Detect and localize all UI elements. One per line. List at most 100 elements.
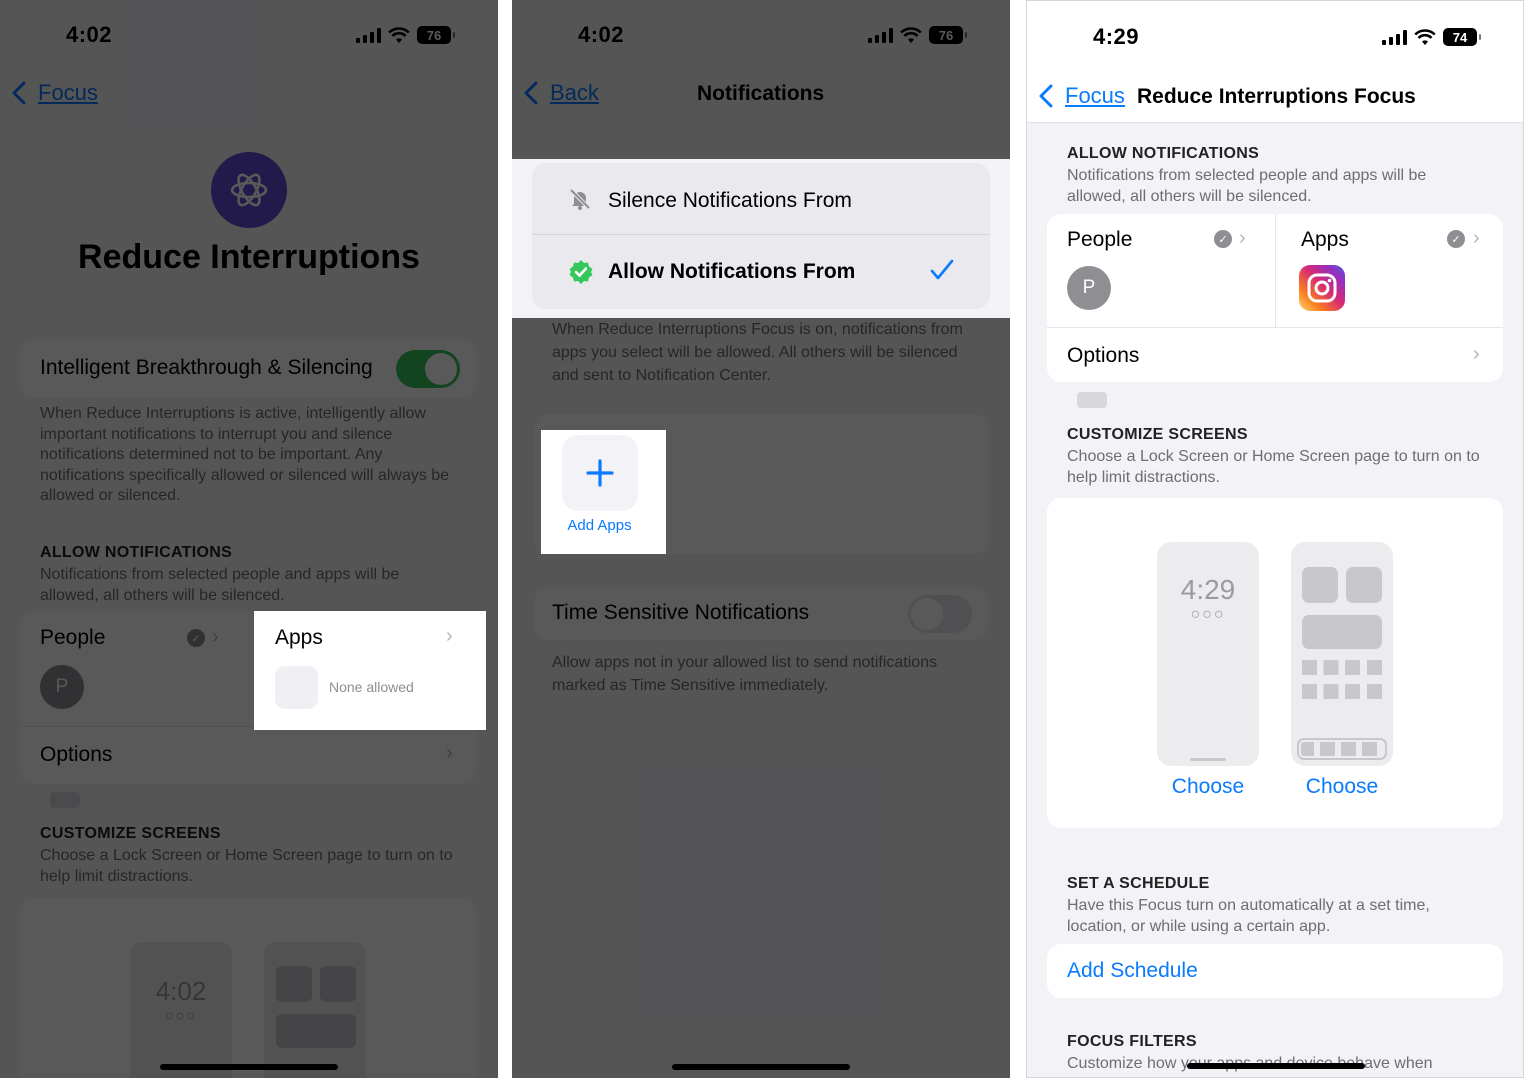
wifi-icon [900,26,922,43]
cellular-signal-icon [868,27,893,43]
app-placeholder-icon [275,666,318,709]
lock-screen-time: 4:02 [155,976,207,1006]
nav-title: Notifications [697,82,825,105]
schedule-description: Have this Focus turn on automatically at… [1067,897,1430,935]
choose-lock-screen-button[interactable]: Choose [1157,775,1259,799]
battery-icon: 74 [1443,28,1481,46]
allow-notifications-description: Notifications from selected people and a… [40,566,400,604]
back-label: Focus [1065,83,1125,108]
time-sensitive-description: Allow apps not in your allowed list to s… [552,654,938,694]
cellular-signal-icon [356,27,381,43]
home-screen-preview[interactable] [264,942,366,1078]
customize-screens-header: CUSTOMIZE SCREENS [1067,426,1248,443]
status-time: 4:02 [578,22,625,47]
home-screen-preview[interactable] [1291,542,1393,766]
phone-screen-focus-setup: 4:02 76 Focus Reduce Interruptions Intel… [0,0,498,1078]
focus-filters-header: FOCUS FILTERS [1067,1033,1197,1050]
checkmark-icon [930,259,954,280]
allow-label: Allow Notifications From [608,260,856,283]
customize-screens-header: CUSTOMIZE SCREENS [40,825,221,842]
verified-badge-icon: ✓ [1214,230,1232,248]
lock-screen-time: 4:29 [1180,574,1236,605]
time-sensitive-toggle[interactable] [908,595,972,633]
status-icons: 76 [356,26,455,44]
chevron-right-icon: › [212,626,219,648]
chevron-right-icon: › [1239,227,1246,249]
chevron-right-icon: › [446,625,453,647]
home-indicator [1187,1063,1365,1069]
options-label[interactable]: Options [40,743,112,767]
wifi-icon [388,26,410,43]
nav-title: Reduce Interruptions Focus [1137,85,1416,108]
lock-widgets-icon: ○○○ [1190,606,1226,623]
verified-badge-icon: ✓ [1447,230,1465,248]
chevron-left-icon [524,81,538,105]
allow-notifications-header: ALLOW NOTIFICATIONS [1067,145,1260,162]
plus-icon [562,435,638,511]
cellular-signal-icon [1382,29,1407,45]
people-label[interactable]: People [40,626,105,650]
breakthrough-description: When Reduce Interruptions is active, int… [40,405,450,504]
chevron-right-icon: › [446,742,453,764]
page-title: Reduce Interruptions [78,238,420,276]
status-icons: 76 [868,26,967,44]
bell-slash-icon [569,188,591,210]
allow-notifications-header: ALLOW NOTIFICATIONS [40,544,233,561]
focus-icon [211,152,287,228]
chevron-left-icon [12,81,26,105]
customize-screens-description: Choose a Lock Screen or Home Screen page… [40,847,453,885]
allow-option[interactable]: Allow Notifications From [532,235,990,309]
chevron-left-icon [1039,84,1053,108]
instagram-icon [1299,265,1345,311]
chevron-right-icon: › [1473,343,1480,365]
add-apps-label: Add Apps [567,517,632,534]
chevron-right-icon: › [1473,227,1480,249]
app-grid-icon [1302,660,1382,700]
home-indicator [672,1064,850,1070]
apps-label: Apps [275,626,323,649]
add-apps-button[interactable]: Add Apps [541,430,666,554]
status-time: 4:29 [1093,24,1140,49]
verified-check-icon [569,260,593,284]
back-label: Focus [38,80,98,105]
lock-screen-preview[interactable]: 4:02 ○○○ [130,942,232,1078]
choose-home-screen-button[interactable]: Choose [1291,775,1393,799]
back-button[interactable]: Focus [12,80,98,106]
apps-label[interactable]: Apps [1301,228,1349,252]
allow-description: When Reduce Interruptions Focus is on, n… [552,321,963,384]
breakthrough-label: Intelligent Breakthrough & Silencing [40,356,373,379]
people-label[interactable]: People [1067,228,1132,252]
add-schedule-button[interactable]: Add Schedule [1067,959,1198,983]
phone-screen-notifications: 4:02 76 Back Notifications When Reduce I… [512,0,1010,1078]
silence-label: Silence Notifications From [608,189,852,212]
allow-notifications-description: Notifications from selected people and a… [1067,167,1427,205]
phone-screen-focus-configured: 4:29 74 Focus Reduce Interruptions Focus… [1026,0,1524,1078]
lock-widgets-icon: ○○○ [165,1007,197,1023]
avatar: P [40,665,84,709]
verified-badge-icon: ✓ [187,629,205,647]
screens-card [1047,498,1503,828]
placeholder-chip [50,792,80,808]
status-time: 4:02 [66,22,113,47]
dock-icon [1297,738,1387,760]
divider [1275,214,1276,327]
silence-option[interactable]: Silence Notifications From [532,163,990,234]
apps-none-allowed: None allowed [329,679,414,695]
back-label: Back [550,80,599,105]
notification-mode-highlight: Silence Notifications From Allow Notific… [512,159,1010,318]
screens-card [20,898,476,1078]
placeholder-chip [1077,392,1107,408]
options-label[interactable]: Options [1067,344,1139,368]
avatar: P [1067,266,1111,310]
apps-highlight[interactable]: Apps › None allowed [254,611,486,730]
time-sensitive-label: Time Sensitive Notifications [552,601,810,624]
lock-screen-preview[interactable]: 4:29 ○○○ [1157,542,1259,766]
back-button[interactable]: Back [524,80,599,106]
breakthrough-toggle[interactable] [396,350,460,388]
customize-screens-description: Choose a Lock Screen or Home Screen page… [1067,448,1480,486]
add-schedule-row[interactable]: Add Schedule [1047,944,1503,998]
back-button[interactable]: Focus [1039,83,1125,109]
home-indicator [160,1064,338,1070]
wifi-icon [1414,28,1436,45]
schedule-header: SET A SCHEDULE [1067,875,1210,892]
